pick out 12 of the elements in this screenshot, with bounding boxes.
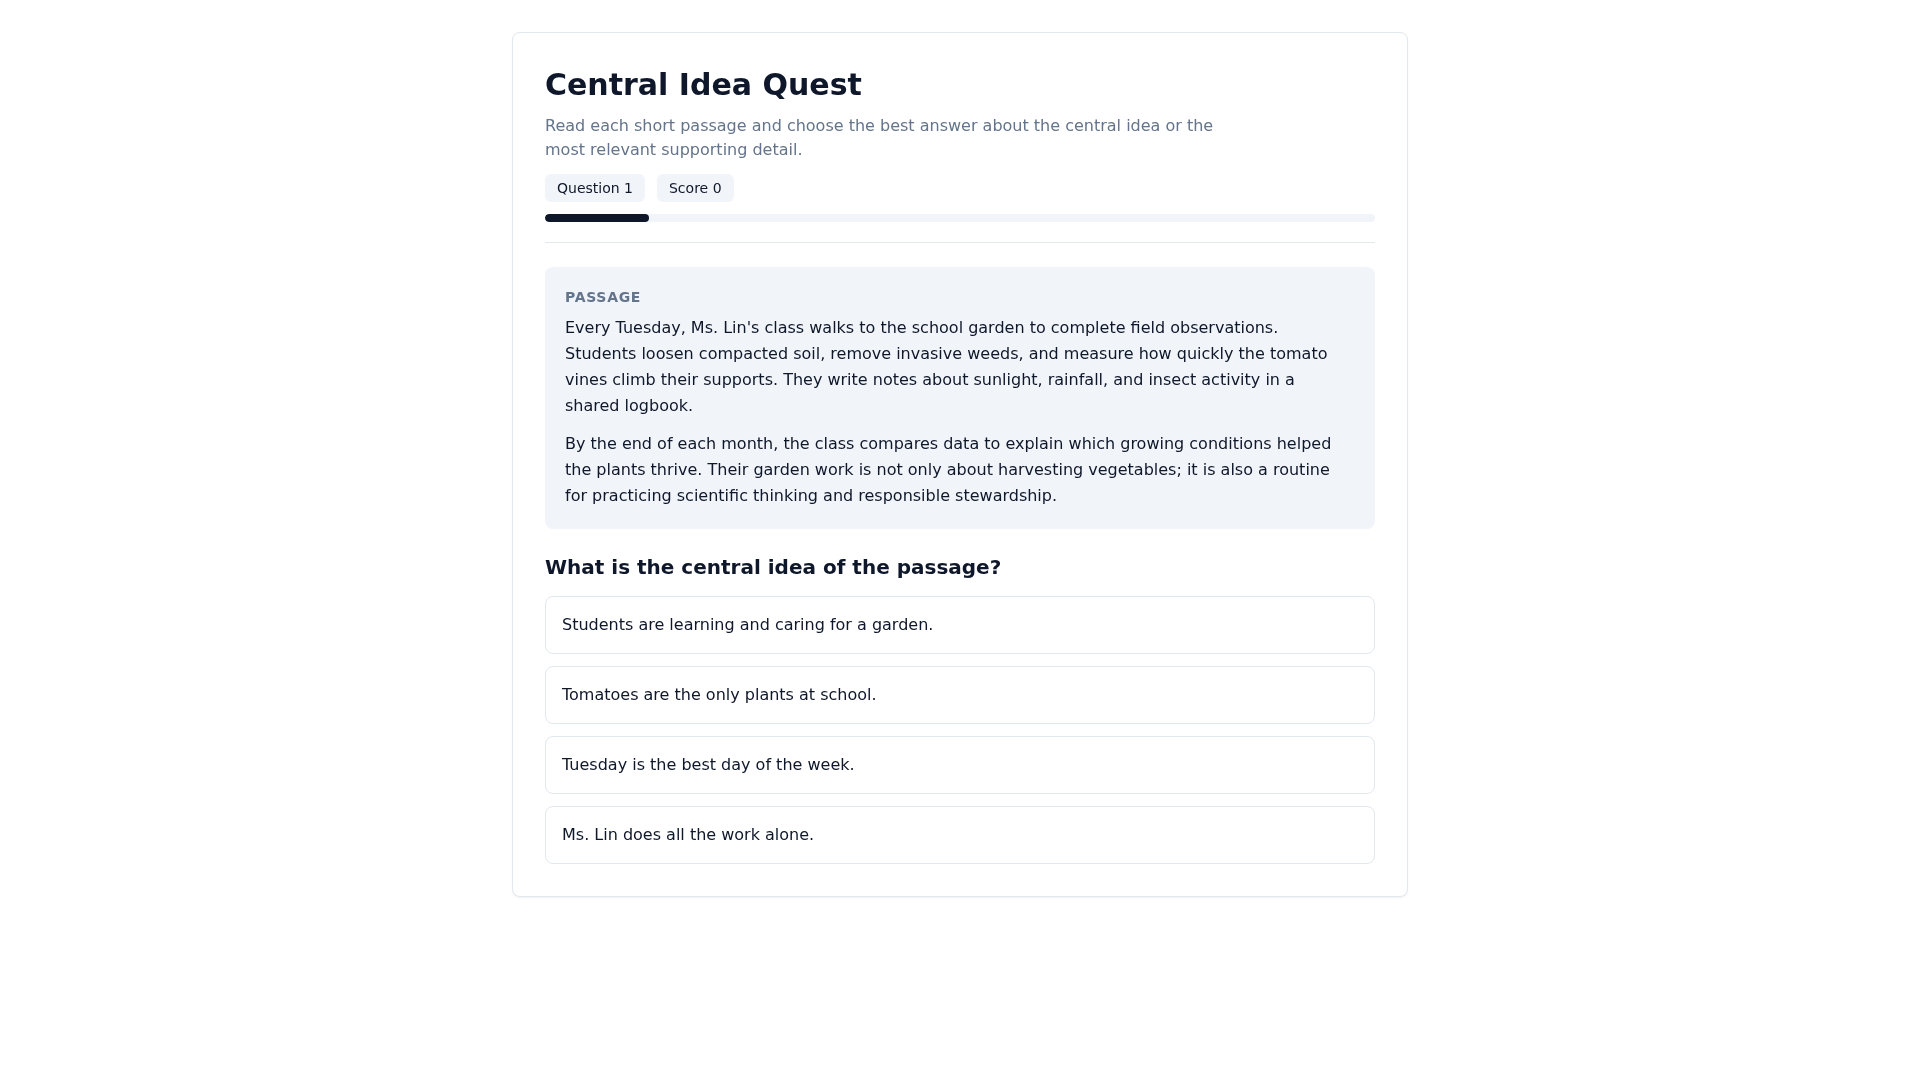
passage-paragraph: Every Tuesday, Ms. Lin's class walks to the school garden to complete field observations. Students loosen compacted soil, remove invasive weeds, and measure how quickly the tomato vines climb their supports. They write notes about sunlight, rainfall, and insect activity in a shared logbook.: [565, 317, 1329, 417]
quiz-title: Central Idea Quest: [545, 67, 863, 103]
answer-option[interactable]: Tomatoes are the only plants at school.: [545, 666, 1375, 724]
passage-label: PASSAGE: [565, 288, 643, 307]
answer-option[interactable]: Tuesday is the best day of the week.: [545, 736, 1375, 794]
answer-option[interactable]: Students are learning and caring for a garden.: [545, 596, 1375, 654]
quiz-description: Read each short passage and choose the best answer about the central idea or the most relevant supporting detail.: [545, 115, 1215, 161]
question-prompt: What is the central idea of the passage?: [545, 554, 1003, 581]
answer-option[interactable]: Ms. Lin does all the work alone.: [545, 806, 1375, 864]
passage-paragraph: By the end of each month, the class compares data to explain which growing conditions helped the plants thrive. Their garden work is not only about harvesting vegetables; it is also a routine for practicing scientific thinking and responsible stewardship.: [565, 433, 1333, 507]
score-counter: Score 0: [657, 174, 734, 202]
question-counter: Question 1: [545, 174, 645, 202]
